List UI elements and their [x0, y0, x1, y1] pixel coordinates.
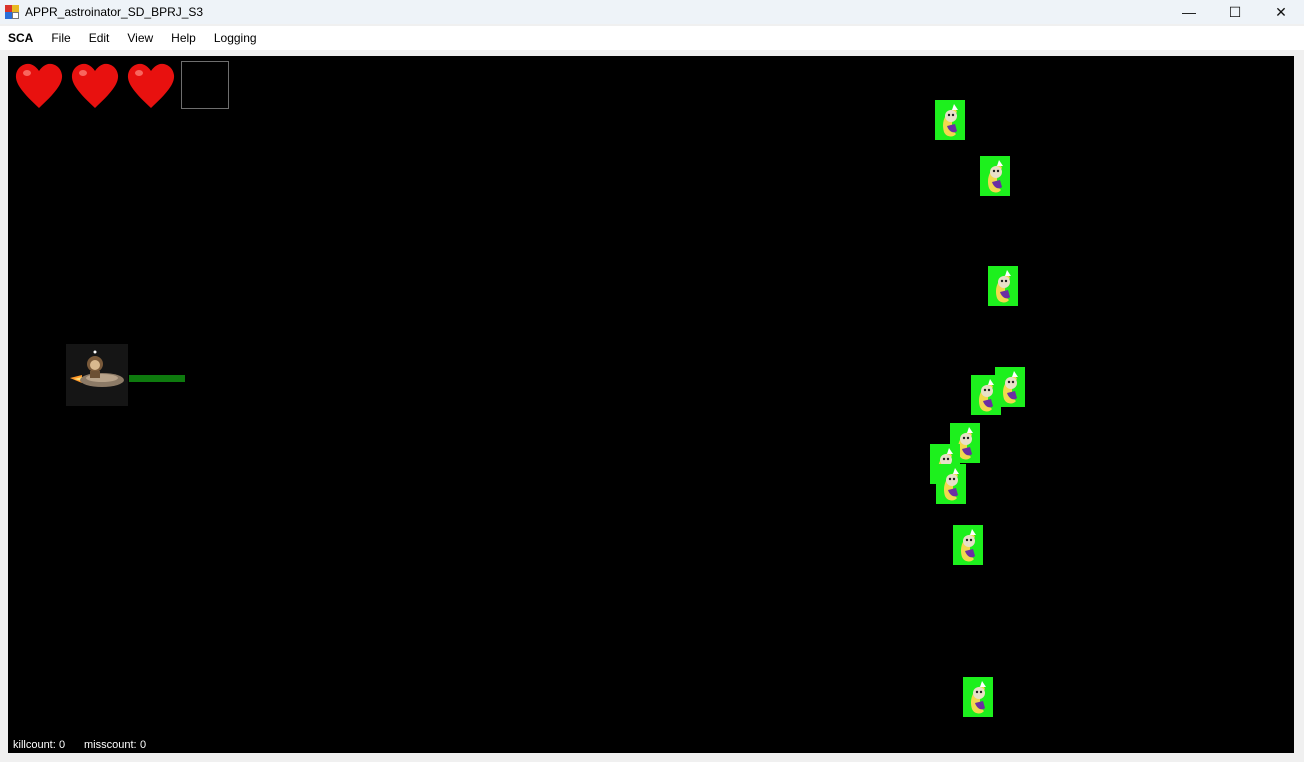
banana-enemy-icon — [971, 375, 1001, 415]
menu-help[interactable]: Help — [162, 31, 205, 45]
menu-view[interactable]: View — [118, 31, 162, 45]
laser-beam — [129, 375, 185, 382]
killcount-value: 0 — [59, 739, 66, 751]
banana-enemy-icon — [936, 464, 966, 504]
banana-enemy-icon — [935, 100, 965, 140]
title-bar: APPR_astroinator_SD_BPRJ_S3 — ☐ ✕ — [0, 0, 1304, 24]
close-button[interactable]: ✕ — [1258, 0, 1304, 24]
menu-edit[interactable]: Edit — [80, 31, 119, 45]
banana-enemy-icon — [953, 525, 983, 565]
maximize-button[interactable]: ☐ — [1212, 0, 1258, 24]
close-icon: ✕ — [1275, 3, 1287, 20]
window-title: APPR_astroinator_SD_BPRJ_S3 — [25, 5, 204, 19]
heart-icon — [71, 63, 119, 108]
heart-icon — [15, 63, 63, 108]
banana-enemy-icon — [988, 266, 1018, 306]
banana-enemy-icon — [980, 156, 1010, 196]
spaceship-icon — [70, 350, 124, 387]
menu-bar: SCA File Edit View Help Logging — [0, 26, 1304, 50]
banana-enemy-icon — [963, 677, 993, 717]
menu-logging[interactable]: Logging — [205, 31, 266, 45]
minimize-button[interactable]: — — [1166, 0, 1212, 24]
menu-sca[interactable]: SCA — [0, 31, 42, 45]
app-icon — [5, 5, 19, 19]
powerup-slot — [181, 61, 229, 109]
misscount-value: 0 — [140, 739, 147, 751]
heart-icon — [127, 63, 175, 108]
player-ship — [66, 344, 128, 406]
window-controls: — ☐ ✕ — [1166, 0, 1304, 24]
game-canvas[interactable]: killcount: 0 misscount: 0 — [8, 56, 1294, 753]
menu-file[interactable]: File — [42, 31, 79, 45]
killcount-label: killcount: — [13, 739, 56, 751]
misscount-label: misscount: — [84, 739, 137, 751]
maximize-icon: ☐ — [1228, 3, 1242, 20]
minimize-icon: — — [1182, 4, 1196, 20]
